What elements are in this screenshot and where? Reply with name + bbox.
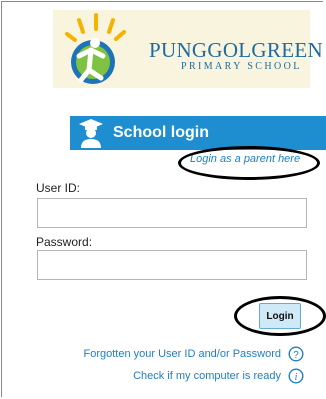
svg-text:?: ?: [293, 350, 299, 361]
user-id-input[interactable]: [37, 198, 307, 228]
school-subtitle: PRIMARY SCHOOL: [181, 61, 302, 72]
computer-check-link[interactable]: Check if my computer is ready: [133, 370, 281, 382]
svg-text:i: i: [295, 372, 298, 383]
info-circle-icon[interactable]: i: [288, 368, 304, 384]
login-button[interactable]: Login: [259, 303, 301, 329]
graduate-user-icon: [79, 119, 103, 148]
runner-sun-logo: [65, 13, 126, 84]
parent-link-highlight: [178, 146, 320, 180]
password-input[interactable]: [37, 250, 307, 280]
school-logo: PUNGGOLGREEN PRIMARY SCHOOL: [53, 10, 323, 88]
school-name: PUNGGOLGREEN: [149, 38, 323, 62]
forgot-credentials-link[interactable]: Forgotten your User ID and/or Password: [84, 348, 281, 360]
user-id-label: User ID:: [36, 181, 81, 195]
school-login-title: School login: [113, 124, 209, 141]
password-label: Password:: [36, 235, 93, 249]
question-circle-icon[interactable]: ?: [288, 346, 304, 362]
school-login-banner: School login: [70, 116, 326, 150]
